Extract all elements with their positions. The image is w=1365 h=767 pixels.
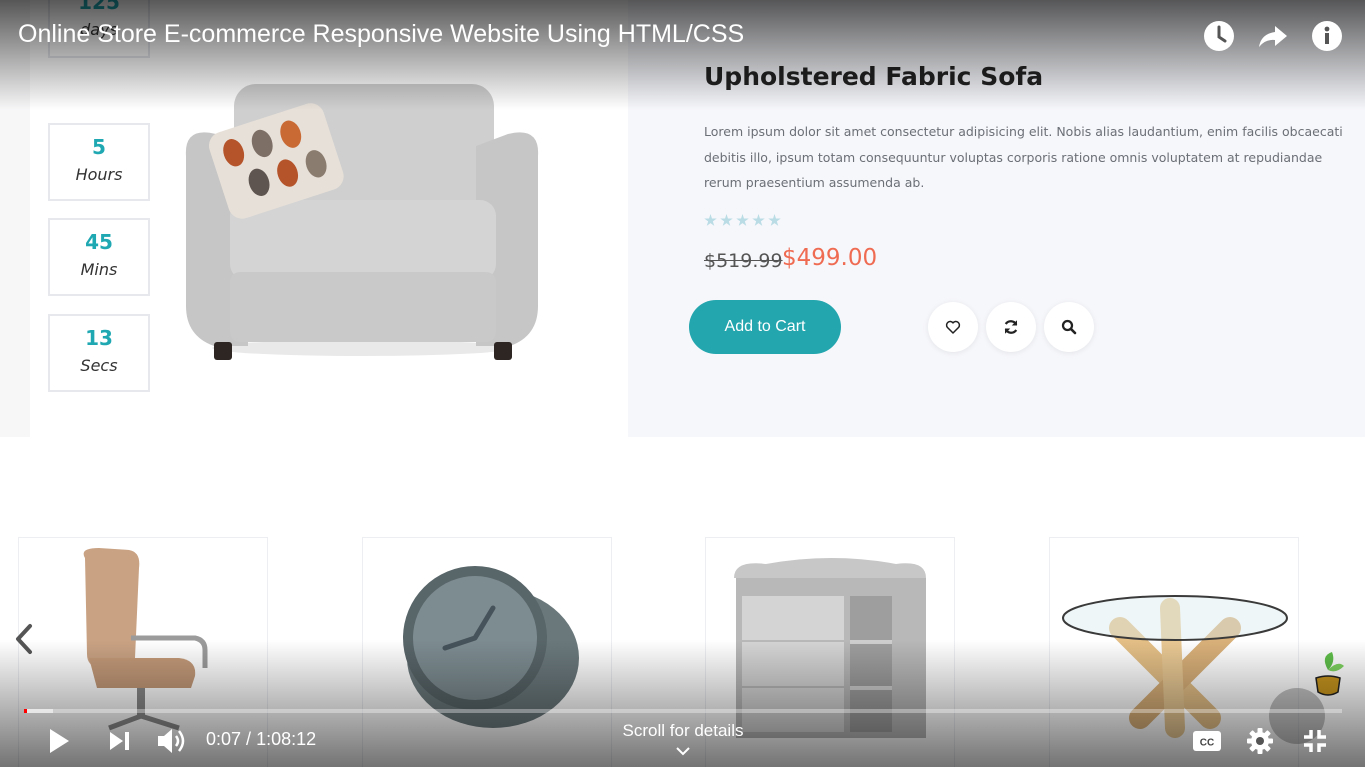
heart-icon	[945, 320, 961, 334]
product-card[interactable]	[362, 537, 612, 767]
svg-text:CC: CC	[1200, 738, 1214, 749]
countdown-hours-value: 5	[92, 135, 106, 159]
next-icon	[110, 732, 129, 750]
channel-watermark-icon[interactable]	[1310, 648, 1346, 698]
compare-button[interactable]	[986, 302, 1036, 352]
progress-buffered	[24, 709, 53, 713]
countdown-secs-unit: Secs	[80, 356, 118, 375]
star-icon	[752, 214, 765, 226]
star-icon	[768, 214, 781, 226]
countdown-secs-value: 13	[85, 326, 113, 350]
quick-view-button[interactable]	[1044, 302, 1094, 352]
watch-later-button[interactable]	[1203, 20, 1235, 52]
settings-icon	[1247, 728, 1273, 754]
desk-clock-image	[403, 566, 579, 728]
settings-button[interactable]	[1243, 724, 1277, 758]
captions-icon: CC	[1193, 731, 1221, 751]
glass-table-image	[1062, 595, 1288, 738]
search-icon	[1061, 319, 1077, 335]
countdown-mins: 45 Mins	[48, 218, 150, 296]
countdown-mins-value: 45	[85, 230, 113, 254]
star-icon	[704, 214, 717, 226]
play-button[interactable]	[42, 724, 76, 758]
captions-button[interactable]: CC	[1189, 726, 1225, 756]
next-button[interactable]	[104, 726, 136, 756]
countdown-secs: 13 Secs	[48, 314, 150, 392]
countdown-mins-unit: Mins	[80, 260, 118, 279]
office-chair-image	[83, 548, 208, 731]
scroll-for-details[interactable]: Scroll for details	[583, 721, 783, 741]
share-button[interactable]	[1257, 20, 1289, 52]
video-frame[interactable]: 125 days 5 Hours 45 Mins 13 Secs Upholst…	[0, 0, 1365, 767]
progress-played	[24, 709, 28, 713]
info-button[interactable]	[1311, 20, 1343, 52]
star-icon	[720, 214, 733, 226]
product-title: Upholstered Fabric Sofa	[704, 62, 1044, 91]
info-icon	[1312, 21, 1342, 51]
exit-fullscreen-icon	[1304, 730, 1326, 752]
duration: 1:08:12	[256, 729, 317, 749]
sale-price: $499.00	[782, 245, 878, 271]
volume-icon	[158, 729, 185, 753]
product-description: Lorem ipsum dolor sit amet consectetur a…	[704, 124, 1343, 190]
chevron-down-icon[interactable]	[674, 744, 692, 758]
star-icon	[736, 214, 749, 226]
product-rating	[704, 214, 781, 227]
share-icon	[1259, 26, 1287, 47]
time-separator: /	[241, 729, 257, 749]
add-to-cart-button[interactable]: Add to Cart	[689, 300, 841, 354]
current-time: 0:07	[206, 729, 242, 749]
exit-fullscreen-button[interactable]	[1298, 724, 1332, 758]
volume-button[interactable]	[154, 724, 190, 758]
wishlist-button[interactable]	[928, 302, 978, 352]
countdown-hours: 5 Hours	[48, 123, 150, 201]
time-display: 0:07 / 1:08:12	[206, 729, 316, 750]
progress-bar[interactable]	[24, 709, 1342, 713]
watch-later-icon	[1204, 21, 1234, 51]
dresser-image	[734, 558, 926, 738]
refresh-icon	[1004, 320, 1018, 334]
armchair-image	[185, 84, 539, 360]
countdown-hours-unit: Hours	[75, 165, 123, 184]
old-price: $519.99	[704, 250, 783, 272]
carousel-prev-arrow-icon[interactable]	[10, 622, 38, 656]
play-icon	[50, 729, 69, 753]
countdown-days-value: 125	[78, 0, 120, 14]
video-title[interactable]: Online Store E-commerce Responsive Websi…	[18, 20, 744, 49]
